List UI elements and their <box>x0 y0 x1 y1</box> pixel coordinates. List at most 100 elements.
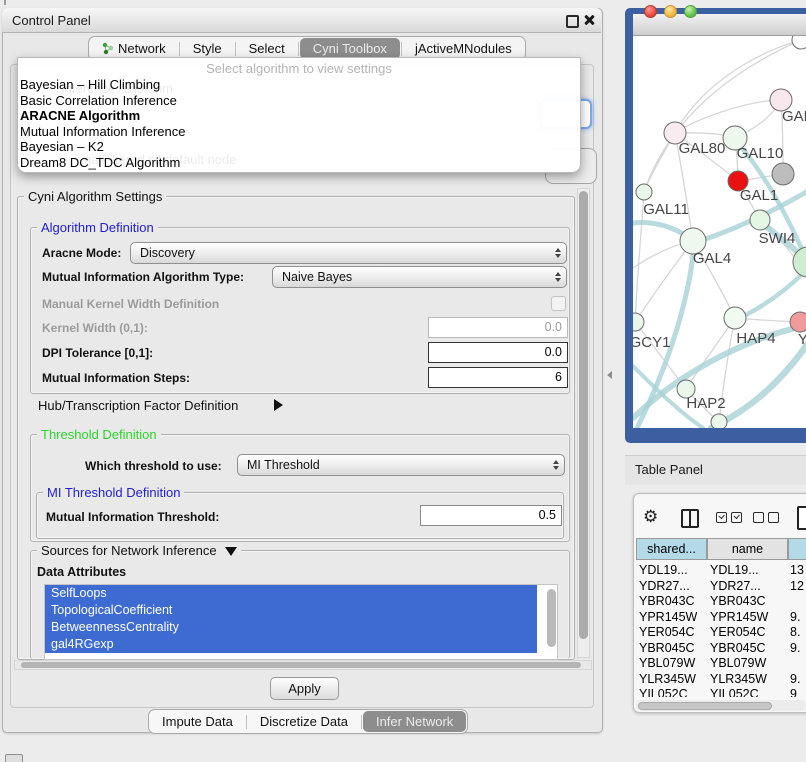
mi-steps-field[interactable]: 6 <box>428 367 568 388</box>
attribute-item-selfloops[interactable]: SelfLoops <box>45 585 537 602</box>
algorithm-option-bayesian-k2[interactable]: Bayesian – K2 <box>20 139 580 155</box>
settings-horizontal-scrollbar[interactable] <box>14 660 592 670</box>
manual-kernel-width-checkbox[interactable] <box>551 296 566 311</box>
bottom-tab-infer-network[interactable]: Infer Network <box>363 711 466 732</box>
settings-vertical-scrollbar[interactable] <box>577 188 590 658</box>
network-node-hap4[interactable] <box>724 307 746 329</box>
table-row[interactable]: YIL052CYIL052C9 <box>633 687 806 697</box>
collapse-arrow-icon[interactable] <box>225 547 237 556</box>
attribute-item-gal4rgexp[interactable]: gal4RGexp <box>45 636 537 653</box>
table-header-row: shared...name <box>633 538 806 560</box>
close-icon[interactable] <box>583 14 595 26</box>
sources-group-title: Sources for Network Inference <box>37 543 241 558</box>
table-row[interactable]: YBR045CYBR045C9. <box>633 641 806 657</box>
network-node-gal1[interactable] <box>750 210 770 230</box>
attribute-item-betweennesscentrality[interactable]: BetweennessCentrality <box>45 619 537 636</box>
table-settings-gear-icon[interactable]: ⚙ <box>643 508 658 525</box>
network-window-titlebar[interactable] <box>633 14 806 36</box>
node-label-y: Y <box>798 331 806 348</box>
table-cell: YER054C <box>710 625 766 641</box>
table-row[interactable]: YER054CYER054C8. <box>633 625 806 641</box>
algorithm-option-basic-correlation-inference[interactable]: Basic Correlation Inference <box>20 93 580 109</box>
table-row[interactable]: YBL079WYBL079W <box>633 656 806 672</box>
algorithm-definition-title: Algorithm Definition <box>37 220 158 235</box>
float-window-icon[interactable] <box>566 15 579 28</box>
table-cell: YER054C <box>639 625 695 641</box>
network-node[interactable] <box>772 163 794 185</box>
tab-network[interactable]: Network <box>89 38 179 59</box>
app-root: Control Panel NetworkStyleSelectCyni Too… <box>0 0 806 762</box>
table-cell: YBR043C <box>639 594 695 610</box>
algorithm-dropdown-popup: Select algorithm to view settings Infere… <box>17 57 581 173</box>
network-tab-icon <box>102 42 114 55</box>
table-row[interactable]: YPR145WYPR145W9. <box>633 610 806 626</box>
list-scrollbar[interactable] <box>547 587 556 651</box>
zoom-traffic-light-icon[interactable] <box>684 5 697 18</box>
network-node-gcy1[interactable] <box>633 313 644 331</box>
close-traffic-light-icon[interactable] <box>644 5 657 18</box>
algorithm-option-aracne-algorithm[interactable]: ARACNE Algorithm <box>20 108 580 124</box>
hub-definition-toggle[interactable]: Hub/Transcription Factor Definition <box>38 398 238 413</box>
attribute-item-topologicalcoefficient[interactable]: TopologicalCoefficient <box>45 602 537 619</box>
network-node[interactable] <box>792 36 806 49</box>
tab-select[interactable]: Select <box>236 38 298 59</box>
network-edge[interactable] <box>711 336 806 428</box>
tab-jactivemnodules-label: jActiveMNodules <box>415 38 512 59</box>
tab-jactivemnodules[interactable]: jActiveMNodules <box>402 38 525 59</box>
minimize-traffic-light-icon[interactable] <box>664 5 677 18</box>
table-cell: 12 <box>790 579 804 595</box>
table-row[interactable]: YDL19...YDL19...13 <box>633 563 806 579</box>
expand-arrow-icon[interactable] <box>274 399 283 411</box>
column-header-name[interactable]: name <box>707 538 788 560</box>
column-header-shared[interactable]: shared... <box>636 538 707 560</box>
table-horizontal-scrollbar[interactable] <box>636 700 806 711</box>
table-cell: YBR045C <box>710 641 766 657</box>
node-label-gal1: GAL1 <box>740 187 778 204</box>
table-cell: YPR145W <box>639 610 697 626</box>
network-node[interactable] <box>711 414 727 428</box>
table-body: YDL19...YDL19...13YDR27...YDR27...12YBR0… <box>633 563 806 697</box>
table-cell: YBL079W <box>710 656 766 672</box>
deselect-all-checkboxes-icon[interactable] <box>753 512 779 523</box>
kernel-width-field[interactable]: 0.0 <box>428 317 568 338</box>
select-all-checkboxes-icon[interactable] <box>716 512 742 523</box>
network-edge[interactable] <box>736 269 806 320</box>
network-node-gal11[interactable] <box>636 184 652 200</box>
bottom-tab-impute-data[interactable]: Impute Data <box>149 711 246 732</box>
table-row[interactable]: YLR345WYLR345W9. <box>633 672 806 688</box>
dpi-tolerance-label: DPI Tolerance [0,1]: <box>42 346 153 360</box>
mi-threshold-field[interactable]: 0.5 <box>420 505 562 526</box>
control-panel-titlebar[interactable] <box>2 8 601 33</box>
data-attributes-list[interactable]: SelfLoopsTopologicalCoefficientBetweenne… <box>44 584 558 660</box>
tab-cyni-toolbox-label: Cyni Toolbox <box>313 38 387 59</box>
network-graph[interactable]: GALGAL80GAL10GAL11GAL1GAL4SWI4HAP4YGCY1H… <box>633 36 806 428</box>
apply-button[interactable]: Apply <box>270 677 339 700</box>
mi-algorithm-type-select[interactable]: Naive Bayes <box>272 266 567 288</box>
table-row[interactable]: YBR043CYBR043C <box>633 594 806 610</box>
algorithm-options-list: Bayesian – Hill ClimbingBasic Correlatio… <box>18 77 580 170</box>
bottom-tab-discretize-data[interactable]: Discretize Data <box>247 711 361 732</box>
table-cell: YDR27... <box>639 579 690 595</box>
bottom-tab-discretize-data-label: Discretize Data <box>260 711 348 732</box>
panel-divider-grip-icon[interactable] <box>607 371 612 379</box>
node-label-gal80: GAL80 <box>679 140 726 157</box>
tab-network-label: Network <box>118 38 166 59</box>
column-header-col2[interactable] <box>788 538 806 560</box>
function-builder-icon[interactable] <box>797 506 806 530</box>
bottom-tab-impute-data-label: Impute Data <box>162 711 233 732</box>
tab-cyni-toolbox[interactable]: Cyni Toolbox <box>300 38 400 59</box>
bottom-left-partial-icon[interactable] <box>5 754 23 762</box>
combo-arrows-icon <box>550 248 566 258</box>
tab-style[interactable]: Style <box>180 38 235 59</box>
table-row[interactable]: YDR27...YDR27...12 <box>633 579 806 595</box>
which-threshold-select[interactable]: MI Threshold <box>237 454 565 476</box>
algorithm-option-bayesian-hill-climbing[interactable]: Bayesian – Hill Climbing <box>20 77 580 93</box>
dpi-tolerance-field[interactable]: 0.0 <box>428 342 568 363</box>
cyni-algorithm-settings-title: Cyni Algorithm Settings <box>24 189 166 204</box>
algorithm-option-dream8-dc-tdc-algorithm[interactable]: Dream8 DC_TDC Algorithm <box>20 155 580 171</box>
aracne-mode-select[interactable]: Discovery <box>130 242 567 264</box>
column-layout-icon[interactable] <box>681 509 699 528</box>
table-cell: 13 <box>790 563 804 579</box>
network-node-y[interactable] <box>790 312 806 332</box>
algorithm-option-mutual-information-inference[interactable]: Mutual Information Inference <box>20 124 580 140</box>
